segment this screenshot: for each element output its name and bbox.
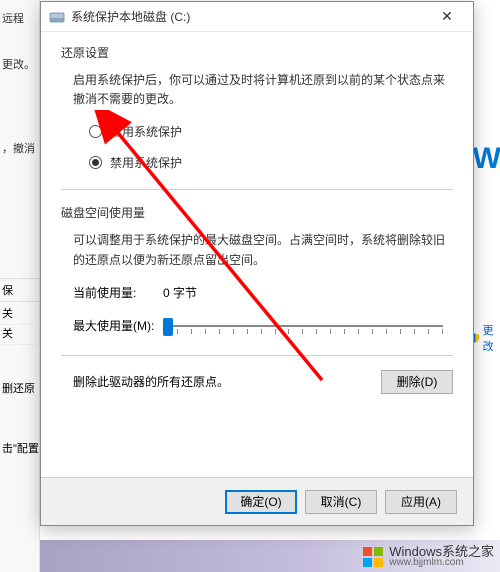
radio-disable-label: 禁用系统保护	[110, 154, 182, 171]
max-usage-label: 最大使用量(M):	[73, 317, 163, 334]
divider	[61, 355, 453, 356]
windows-logo-icon	[362, 546, 384, 568]
current-usage-row: 当前使用量: 0 字节	[73, 284, 453, 301]
close-button[interactable]: ✕	[427, 3, 467, 31]
slider-thumb[interactable]	[163, 318, 173, 336]
dialog-title: 系统保护本地磁盘 (C:)	[71, 8, 427, 25]
bg-text: 删还原	[0, 378, 37, 398]
restore-settings-heading: 还原设置	[61, 44, 453, 61]
radio-disable-protection[interactable]: 禁用系统保护	[89, 154, 453, 171]
background-window-right: OW 更改	[470, 0, 500, 572]
bg-text: 更改。	[0, 52, 39, 76]
divider	[61, 189, 453, 190]
delete-button[interactable]: 删除(D)	[381, 370, 453, 394]
radio-enable-protection[interactable]: 启用系统保护	[89, 123, 453, 140]
current-usage-value: 0 字节	[163, 284, 197, 301]
max-usage-row: 最大使用量(M):	[73, 315, 453, 337]
restore-settings-description: 启用系统保护后，你可以通过及时将计算机还原到以前的某个状态点来撤消不需要的更改。	[73, 71, 453, 109]
ok-button[interactable]: 确定(O)	[225, 490, 297, 514]
radio-icon	[89, 125, 102, 138]
bg-text: 击"配置	[0, 438, 41, 458]
bg-link-text: 更改	[483, 322, 500, 354]
watermark: Windows系统之家 www.bjjmlm.com	[362, 545, 494, 568]
bg-shield-link[interactable]: 更改	[470, 322, 500, 354]
disk-usage-heading: 磁盘空间使用量	[61, 204, 453, 221]
bg-text: 远程	[0, 6, 39, 30]
dialog-content: 还原设置 启用系统保护后，你可以通过及时将计算机还原到以前的某个状态点来撤消不需…	[41, 32, 473, 477]
radio-icon	[89, 156, 102, 169]
cancel-button[interactable]: 取消(C)	[305, 490, 377, 514]
apply-button[interactable]: 应用(A)	[385, 490, 457, 514]
delete-restore-points-row: 删除此驱动器的所有还原点。 删除(D)	[73, 370, 453, 394]
drive-icon	[49, 9, 65, 25]
disk-usage-description: 可以调整用于系统保护的最大磁盘空间。占满空间时，系统将删除较旧的还原点以便为新还…	[73, 231, 453, 269]
bg-text: 保	[0, 278, 40, 302]
watermark-url: www.bjjmlm.com	[389, 558, 494, 568]
max-usage-slider[interactable]	[163, 315, 443, 337]
bg-text: ，撤消	[0, 136, 39, 160]
bg-text: 关	[0, 322, 40, 345]
titlebar: 系统保护本地磁盘 (C:) ✕	[41, 2, 473, 32]
protection-radio-group: 启用系统保护 禁用系统保护	[89, 123, 453, 171]
radio-enable-label: 启用系统保护	[110, 123, 182, 140]
current-usage-label: 当前使用量:	[73, 284, 163, 301]
system-protection-dialog: 系统保护本地磁盘 (C:) ✕ 还原设置 启用系统保护后，你可以通过及时将计算机…	[40, 1, 474, 526]
delete-description: 删除此驱动器的所有还原点。	[73, 373, 229, 390]
dialog-footer: 确定(O) 取消(C) 应用(A)	[41, 477, 473, 525]
close-icon: ✕	[441, 8, 453, 25]
